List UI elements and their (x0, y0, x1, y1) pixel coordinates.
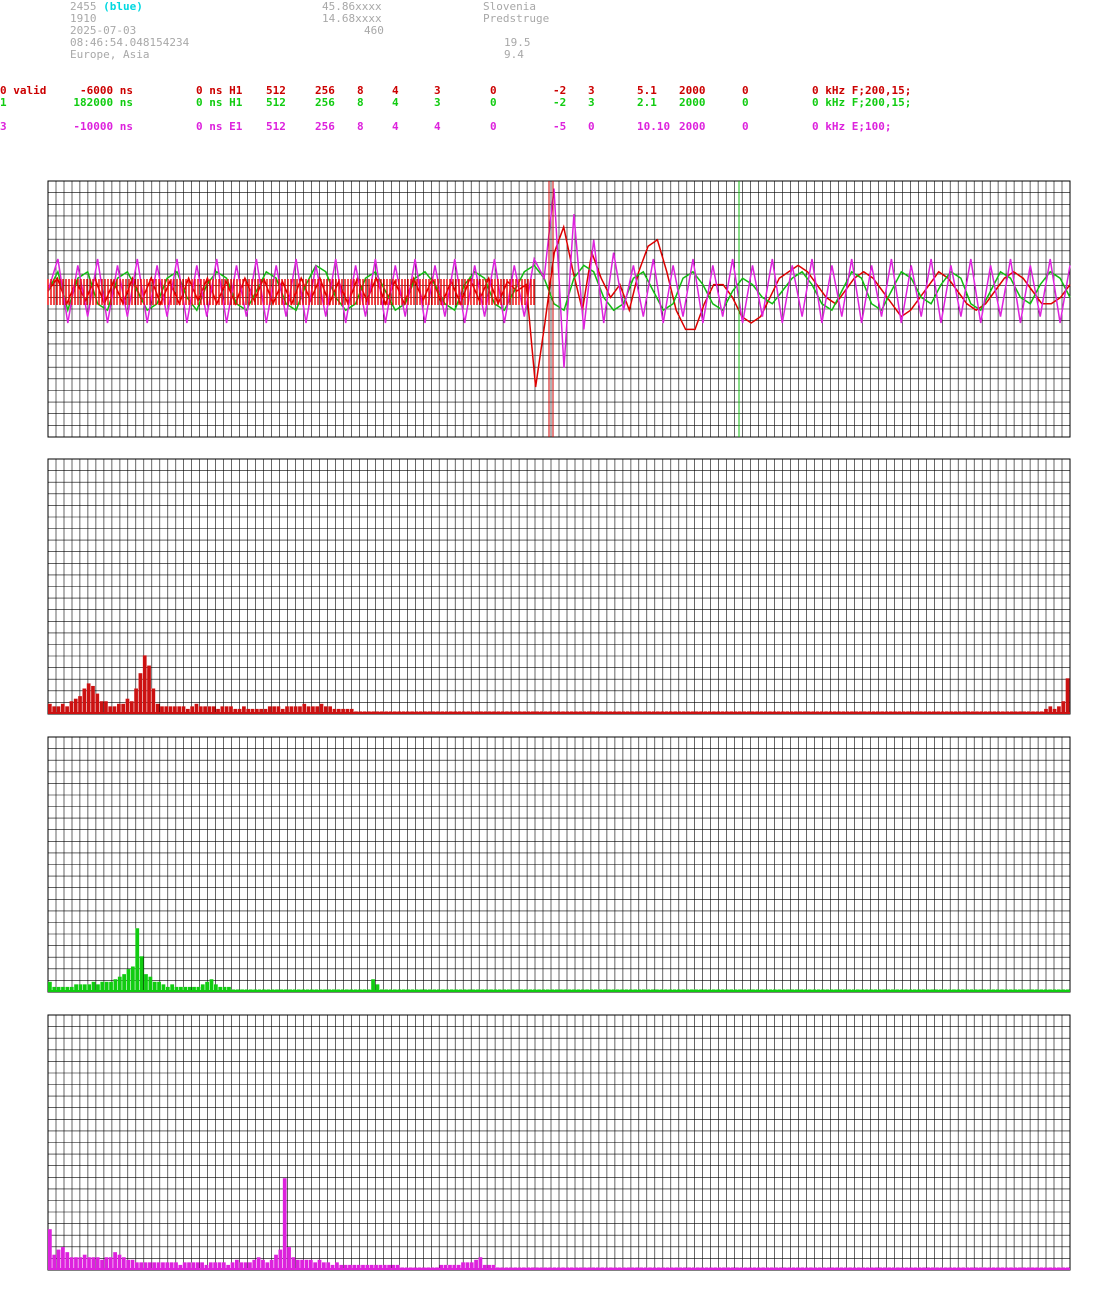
spectrum-1-bar (86, 683, 91, 714)
spectrum-1-bar (82, 688, 87, 714)
plots-svg (47, 180, 1071, 1271)
spectrum-2-bar (144, 974, 148, 992)
panel-1-hgrid (48, 470, 1070, 703)
spectrum-3-bar (287, 1247, 291, 1270)
spectrum-2-bar (148, 976, 153, 992)
spectrum-2-bar (117, 976, 122, 992)
spectrum-1-bar (95, 693, 100, 714)
spectrum-1-bar (147, 665, 151, 714)
spectrum-2-bar (139, 956, 144, 992)
spectrum-1-bar (125, 698, 130, 714)
spectrum-2-bar (126, 969, 131, 992)
spectrum-3-bar (65, 1252, 70, 1270)
spectrum-3-bar (278, 1249, 283, 1270)
spectrum-1-bar (151, 688, 156, 714)
spectrum-3-bar (52, 1254, 57, 1270)
spectrum-3-bar (48, 1229, 52, 1270)
spectrum-1-bar (142, 655, 147, 714)
spectrum-1-bar (78, 696, 82, 714)
panel-3-hgrid (48, 1026, 1070, 1259)
panel-2-hgrid (48, 748, 1070, 981)
spectrum-2-bar (122, 974, 127, 992)
spectrum-2-bar (130, 966, 135, 992)
spectrum-3-bar (82, 1254, 87, 1270)
spectrum-1-bar (91, 685, 95, 714)
spectrum-2-bar (135, 928, 140, 992)
spectrum-3-bar (274, 1254, 278, 1270)
spectrum-1-bar (1065, 678, 1070, 714)
spectrum-1-bar (138, 673, 143, 714)
spectrum-3-bar (56, 1249, 61, 1270)
spectrum-3-bar (61, 1247, 65, 1270)
spectrum-3-bar (117, 1254, 122, 1270)
spectrum-3-bar (113, 1252, 117, 1270)
panel-0-hgrid (48, 192, 1070, 426)
spectrum-3-bar (282, 1178, 287, 1270)
spectrum-1-bar (73, 698, 78, 714)
spectrum-1-bar (134, 688, 138, 714)
